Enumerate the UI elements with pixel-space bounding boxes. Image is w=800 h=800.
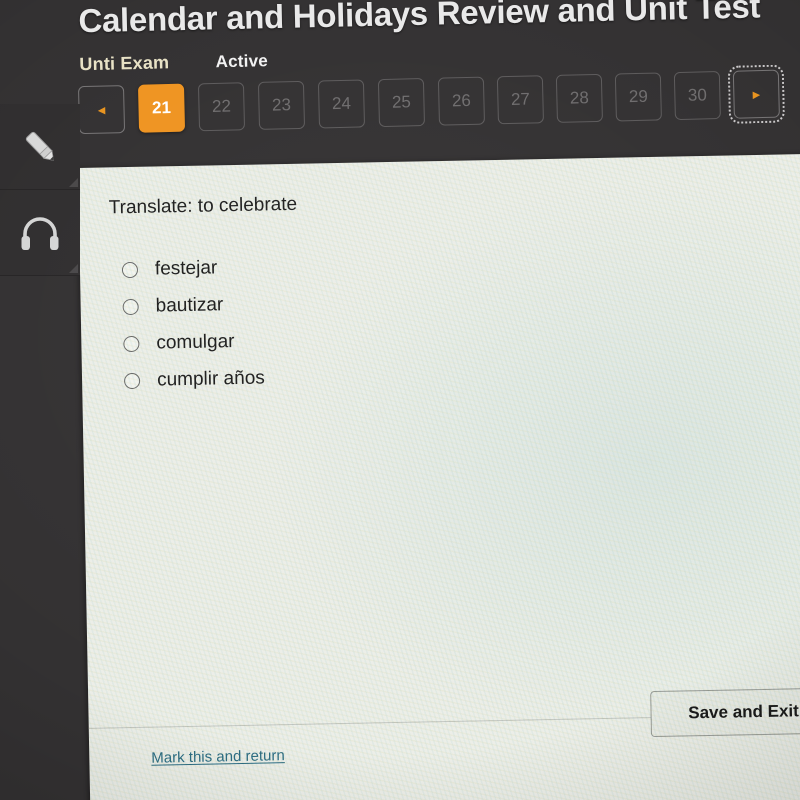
radio-icon[interactable] <box>121 261 139 278</box>
exam-screen: Calendar and Holidays Review and Unit Te… <box>0 0 800 800</box>
answer-options: festejar bautizar comulgar cumplir años <box>121 248 266 399</box>
save-and-exit-button[interactable]: Save and Exit <box>650 687 800 738</box>
page-button-24[interactable]: 24 <box>317 79 366 129</box>
option-festejar[interactable]: festejar <box>121 248 263 288</box>
mark-this-and-return-link[interactable]: Mark this and return <box>151 747 285 767</box>
page-button-27[interactable]: 27 <box>496 75 544 125</box>
page-button-29[interactable]: 29 <box>614 72 662 122</box>
question-prompt: Translate: to celebrate <box>108 193 298 219</box>
pencil-icon <box>17 124 63 170</box>
option-label: comulgar <box>156 330 235 354</box>
question-panel: Translate: to celebrate festejar bautiza… <box>78 153 800 800</box>
exam-status-badge: Active <box>215 51 269 72</box>
option-label: bautizar <box>155 293 224 317</box>
option-bautizar[interactable]: bautizar <box>122 285 263 325</box>
radio-icon[interactable] <box>123 372 141 389</box>
next-page-button[interactable]: ▸ <box>727 64 786 124</box>
option-label: festejar <box>154 256 218 280</box>
audio-tool-button[interactable] <box>0 190 80 276</box>
page-button-23[interactable]: 23 <box>257 80 306 130</box>
exam-meta: Unti Exam Active <box>79 50 268 75</box>
exam-name: Unti Exam <box>79 52 170 75</box>
prev-page-button[interactable]: ◂ <box>77 85 126 135</box>
option-label: cumplir años <box>156 366 265 391</box>
page-button-26[interactable]: 26 <box>437 76 485 126</box>
highlighter-tool-button[interactable] <box>0 104 80 190</box>
headphones-icon <box>17 213 63 253</box>
tool-sidebar <box>0 104 80 276</box>
radio-icon[interactable] <box>123 335 140 352</box>
page-button-28[interactable]: 28 <box>555 73 603 123</box>
page-button-22[interactable]: 22 <box>197 82 246 132</box>
page-title: Calendar and Holidays Review and Unit Te… <box>78 0 761 40</box>
option-cumplir-anos[interactable]: cumplir años <box>123 359 265 399</box>
radio-icon[interactable] <box>122 298 139 315</box>
page-button-21[interactable]: 21 <box>137 83 186 133</box>
page-button-30[interactable]: 30 <box>673 71 721 121</box>
page-button-25[interactable]: 25 <box>377 78 426 128</box>
option-comulgar[interactable]: comulgar <box>123 322 264 362</box>
